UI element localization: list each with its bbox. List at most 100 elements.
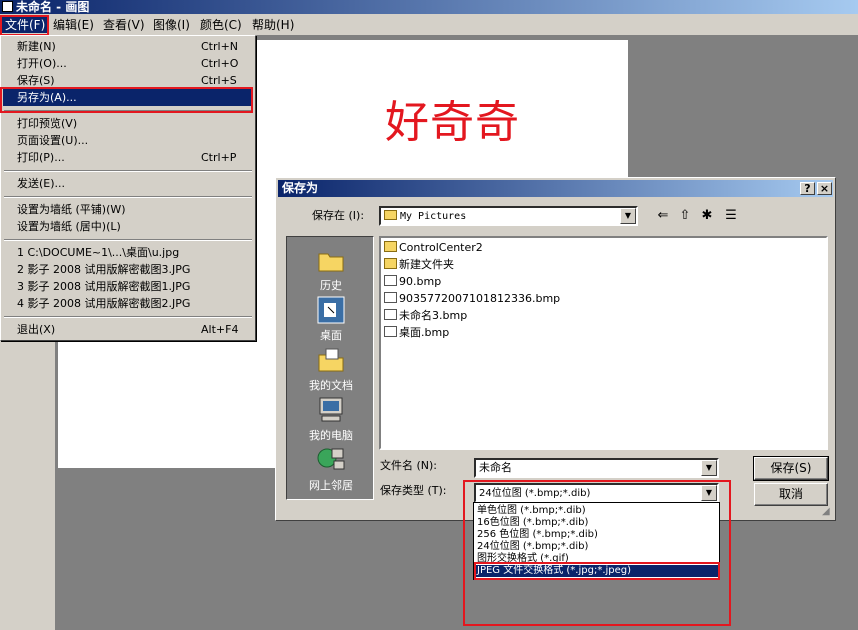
view-menu-icon[interactable]: ☰	[722, 208, 740, 224]
menu-item-exit-label: 退出(X)	[17, 323, 56, 336]
file-name: 9035772007101812336.bmp	[399, 292, 561, 305]
menu-item-save-label: 保存(S)	[17, 74, 55, 87]
menu-help[interactable]: 帮助(H)	[249, 17, 297, 33]
cancel-button[interactable]: 取消	[754, 483, 828, 506]
close-button[interactable]: ×	[817, 182, 832, 195]
list-item[interactable]: 90.bmp	[384, 274, 441, 290]
list-item[interactable]: 未命名3.bmp	[384, 308, 467, 324]
menu-item-recent-3[interactable]: 3 影子 2008 试用版解密截图1.JPG	[3, 278, 251, 295]
filename-field[interactable]: 未命名 ▼	[474, 458, 719, 478]
menu-separator	[4, 239, 252, 241]
paint-app-icon	[2, 1, 13, 12]
dialog-title: 保存为	[282, 181, 319, 195]
menu-separator	[4, 316, 252, 318]
list-item[interactable]: 桌面.bmp	[384, 325, 449, 341]
shortcut-new: Ctrl+N	[201, 40, 239, 53]
up-folder-icon[interactable]: ⇧	[676, 208, 694, 224]
file-name: 未命名3.bmp	[399, 309, 468, 322]
file-menu: 新建(N) Ctrl+N 打开(O)... Ctrl+O 保存(S) Ctrl+S 另…	[0, 35, 256, 341]
list-item[interactable]: 9035772007101812336.bmp	[384, 291, 560, 307]
place-my-computer[interactable]: 我的电脑	[287, 395, 375, 443]
menu-item-send[interactable]: 发送(E)...	[3, 175, 251, 192]
list-item[interactable]: 新建文件夹	[384, 257, 454, 273]
menu-item-print[interactable]: 打印(P)... Ctrl+P	[3, 149, 251, 166]
menu-item-print-label: 打印(P)...	[17, 151, 65, 164]
window-title-bar: 未命名 - 画图	[0, 0, 858, 14]
list-item[interactable]: ControlCenter2	[384, 240, 483, 256]
history-folder-icon	[318, 253, 344, 272]
menu-item-open[interactable]: 打开(O)... Ctrl+O	[3, 55, 251, 72]
desktop-icon	[317, 296, 345, 324]
file-name: ControlCenter2	[399, 241, 483, 254]
my-computer-icon	[319, 397, 343, 422]
my-documents-icon	[318, 348, 344, 372]
highlight-jpeg-option	[474, 562, 720, 580]
filetype-label: 保存类型 (T):	[380, 484, 447, 497]
resize-grip-icon[interactable]: ◢	[822, 506, 830, 517]
network-places-icon	[317, 448, 345, 470]
back-icon[interactable]: ⇐	[654, 208, 672, 224]
place-network-label: 网上邻居	[309, 479, 353, 492]
save-in-label: 保存在 (I):	[312, 209, 365, 222]
file-list[interactable]: ControlCenter2 新建文件夹 90.bmp 903577200710…	[379, 236, 828, 450]
file-name: 桌面.bmp	[399, 326, 450, 339]
menu-view[interactable]: 查看(V)	[100, 17, 148, 33]
bitmap-file-icon	[384, 292, 397, 303]
menu-item-print-preview[interactable]: 打印预览(V)	[3, 115, 251, 132]
file-name: 新建文件夹	[399, 258, 454, 271]
save-button[interactable]: 保存(S)	[753, 456, 829, 481]
menu-item-recent-2[interactable]: 2 影子 2008 试用版解密截图3.JPG	[3, 261, 251, 278]
menu-edit[interactable]: 编辑(E)	[50, 17, 97, 33]
save-as-dialog: 保存为 ? × 保存在 (I): My Pictures ▼ ⇐ ⇧ ✱ ☰ 历…	[275, 177, 836, 521]
highlight-filetype-area	[463, 480, 731, 626]
menu-image[interactable]: 图像(I)	[150, 17, 193, 33]
menu-item-exit[interactable]: 退出(X) Alt+F4	[3, 321, 251, 338]
menu-item-wallpaper-tile-label: 设置为墙纸 (平铺)(W)	[17, 203, 126, 216]
menu-item-page-setup-label: 页面设置(U)...	[17, 134, 89, 147]
menu-item-wallpaper-center[interactable]: 设置为墙纸 (居中)(L)	[3, 218, 251, 235]
highlight-save-as	[0, 87, 253, 113]
menu-item-recent-1[interactable]: 1 C:\DOCUME~1\...\桌面\u.jpg	[3, 244, 251, 261]
bitmap-file-icon	[384, 309, 397, 320]
menu-item-wallpaper-tile[interactable]: 设置为墙纸 (平铺)(W)	[3, 201, 251, 218]
folder-icon	[384, 210, 397, 220]
menu-item-wallpaper-center-label: 设置为墙纸 (居中)(L)	[17, 220, 121, 233]
place-my-documents[interactable]: 我的文档	[287, 345, 375, 393]
file-name: 90.bmp	[399, 275, 442, 288]
highlight-file-menu	[0, 15, 49, 36]
shortcut-exit: Alt+F4	[201, 323, 239, 336]
place-my-computer-label: 我的电脑	[309, 429, 353, 442]
place-network[interactable]: 网上邻居	[287, 445, 375, 493]
menu-separator	[4, 170, 252, 172]
chevron-down-icon[interactable]: ▼	[701, 460, 717, 476]
place-desktop[interactable]: 桌面	[287, 295, 375, 343]
place-history[interactable]: 历史	[287, 245, 375, 293]
chevron-down-icon[interactable]: ▼	[620, 208, 636, 224]
shortcut-print: Ctrl+P	[201, 151, 237, 164]
save-in-value: My Pictures	[400, 211, 467, 222]
menu-item-open-label: 打开(O)...	[17, 57, 67, 70]
menu-item-page-setup[interactable]: 页面设置(U)...	[3, 132, 251, 149]
folder-icon	[384, 258, 397, 269]
place-history-label: 历史	[320, 279, 342, 292]
filename-value: 未命名	[479, 461, 512, 474]
shortcut-open: Ctrl+O	[201, 57, 239, 70]
place-desktop-label: 桌面	[320, 329, 342, 342]
save-in-combo[interactable]: My Pictures ▼	[379, 206, 638, 226]
menubar: 文件(F) 编辑(E) 查看(V) 图像(I) 颜色(C) 帮助(H)	[0, 14, 858, 36]
filename-label: 文件名 (N):	[380, 459, 438, 472]
bitmap-file-icon	[384, 275, 397, 286]
bitmap-file-icon	[384, 326, 397, 337]
menu-item-new-label: 新建(N)	[17, 40, 56, 53]
menu-separator	[4, 196, 252, 198]
window-title: 未命名 - 画图	[16, 0, 90, 14]
help-button[interactable]: ?	[800, 182, 815, 195]
dialog-title-bar: 保存为 ? ×	[278, 180, 833, 197]
menu-item-print-preview-label: 打印预览(V)	[17, 117, 78, 130]
menu-colors[interactable]: 颜色(C)	[197, 17, 245, 33]
folder-icon	[384, 241, 397, 252]
places-bar: 历史 桌面 我的文档 我的电脑 网上邻居	[286, 236, 374, 500]
menu-item-new[interactable]: 新建(N) Ctrl+N	[3, 38, 251, 55]
new-folder-icon[interactable]: ✱	[698, 208, 716, 224]
menu-item-recent-4[interactable]: 4 影子 2008 试用版解密截图2.JPG	[3, 295, 251, 312]
